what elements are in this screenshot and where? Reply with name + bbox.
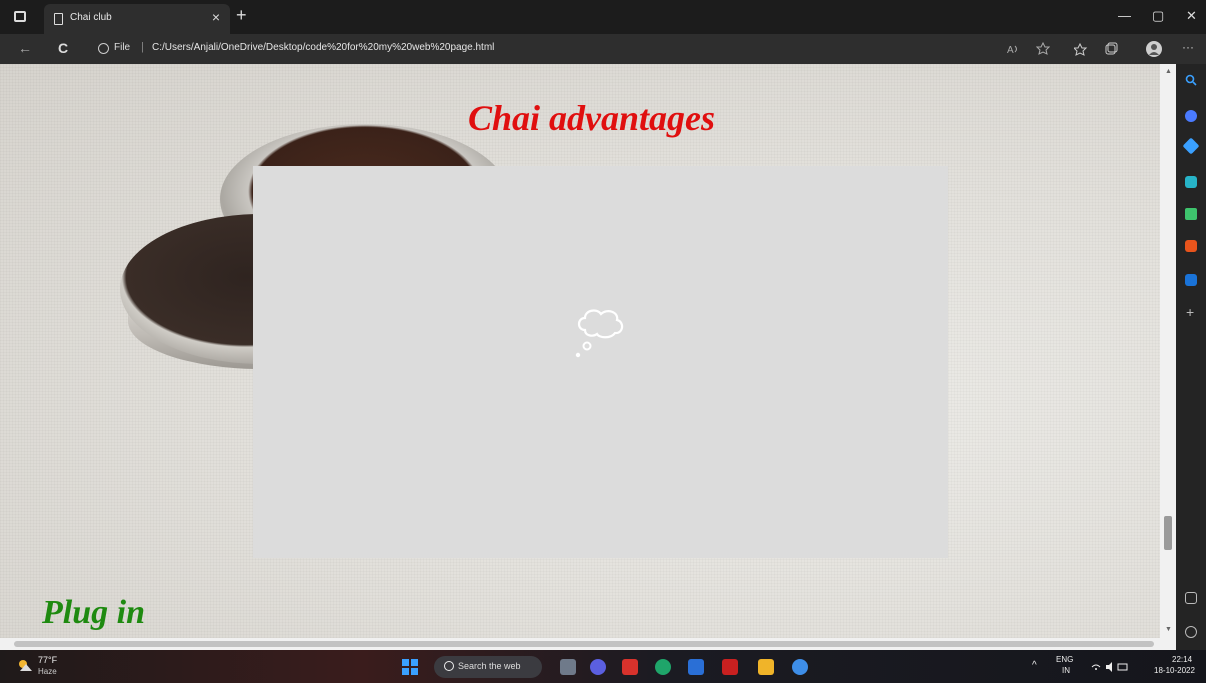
vertical-scroll-thumb[interactable] [1164, 516, 1172, 550]
task-view-icon[interactable] [560, 659, 576, 675]
url-field[interactable]: File | C:/Users/Anjali/OneDrive/Desktop/… [86, 38, 1036, 60]
settings-more-button[interactable]: ··· [1182, 40, 1194, 54]
file-explorer-icon[interactable] [758, 659, 774, 675]
edge-sidebar: + [1176, 64, 1206, 650]
sidebar-outlook-icon[interactable] [1185, 274, 1197, 286]
svg-text:A: A [1007, 45, 1014, 56]
title-bar: Chai club × + — ▢ ✕ [0, 0, 1206, 34]
sidebar-layout-icon[interactable] [1185, 592, 1197, 604]
weather-description[interactable]: Haze [38, 667, 57, 676]
screen: Chai club × + — ▢ ✕ ← C File | C:/Users/… [0, 0, 1206, 683]
horizontal-scrollbar[interactable] [0, 638, 1176, 650]
vertical-scrollbar[interactable]: ▲ ▼ [1160, 64, 1176, 638]
taskbar-search[interactable]: Search the web [434, 656, 542, 678]
clock-date[interactable]: 18-10-2022 [1154, 666, 1195, 675]
chrome-like-app-icon[interactable] [792, 659, 808, 675]
back-button[interactable]: ← [18, 40, 32, 56]
video-embed-placeholder[interactable] [253, 166, 948, 558]
sidebar-add-icon[interactable]: + [1186, 304, 1194, 320]
start-button[interactable] [402, 659, 418, 675]
url-scheme-label: File [114, 42, 131, 53]
add-to-favorites-icon[interactable] [1036, 42, 1050, 56]
store-icon[interactable] [688, 659, 704, 675]
info-icon[interactable] [98, 43, 109, 54]
minimize-button[interactable]: — [1118, 8, 1131, 23]
profile-avatar-icon[interactable] [1146, 41, 1162, 57]
web-page: Chai advantages Plug in [0, 64, 1160, 638]
tab-title: Chai club [70, 12, 112, 23]
address-bar: ← C File | C:/Users/Anjali/OneDrive/Desk… [0, 34, 1206, 64]
sidebar-shopping-icon[interactable] [1182, 137, 1200, 155]
sidebar-discover-icon[interactable] [1185, 110, 1197, 122]
edge-icon[interactable] [655, 659, 671, 675]
page-heading: Chai advantages [468, 98, 716, 138]
weather-icon[interactable] [16, 658, 34, 672]
new-tab-button[interactable]: + [236, 5, 247, 26]
clock-time[interactable]: 22:14 [1172, 655, 1192, 664]
sidebar-tools-icon[interactable] [1185, 176, 1197, 188]
favorites-icon[interactable] [1074, 42, 1088, 56]
url-separator: | [141, 41, 144, 53]
scroll-up-arrow-icon[interactable]: ▲ [1165, 68, 1172, 75]
search-icon [444, 661, 454, 671]
wifi-volume-battery-icon[interactable] [1090, 661, 1130, 673]
collections-icon[interactable] [1104, 42, 1118, 56]
sidebar-search-icon[interactable] [1185, 74, 1197, 86]
reload-button[interactable]: C [58, 40, 68, 56]
horizontal-scroll-thumb[interactable] [14, 641, 1154, 647]
thought-bubble-icon [575, 309, 624, 358]
page-icon [54, 13, 63, 25]
sidebar-settings-icon[interactable] [1185, 626, 1197, 638]
sidebar-games-icon[interactable] [1185, 208, 1197, 220]
search-label: Search the web [458, 661, 521, 671]
url-text[interactable]: C:/Users/Anjali/OneDrive/Desktop/code%20… [152, 42, 494, 53]
mcafee-icon[interactable] [622, 659, 638, 675]
teams-chat-icon[interactable] [590, 659, 606, 675]
tray-overflow-icon[interactable]: ^ [1032, 660, 1037, 671]
tab-actions-icon[interactable] [14, 11, 26, 22]
wps-office-icon[interactable] [722, 659, 738, 675]
read-aloud-icon[interactable]: A [1006, 42, 1020, 56]
close-button[interactable]: ✕ [1186, 8, 1197, 24]
maximize-button[interactable]: ▢ [1152, 8, 1164, 24]
weather-temperature[interactable]: 77°F [38, 655, 57, 665]
language-indicator[interactable]: ENG [1056, 655, 1073, 664]
taskbar: 77°F Haze Search the web ^ ENG IN 22:14 … [0, 650, 1206, 683]
region-indicator[interactable]: IN [1062, 666, 1070, 675]
scroll-down-arrow-icon[interactable]: ▼ [1165, 626, 1172, 633]
tab-close-button[interactable]: × [212, 9, 220, 25]
plug-in-heading: Plug in [42, 594, 145, 631]
sidebar-office-icon[interactable] [1185, 240, 1197, 252]
browser-tab[interactable]: Chai club × [44, 4, 230, 34]
